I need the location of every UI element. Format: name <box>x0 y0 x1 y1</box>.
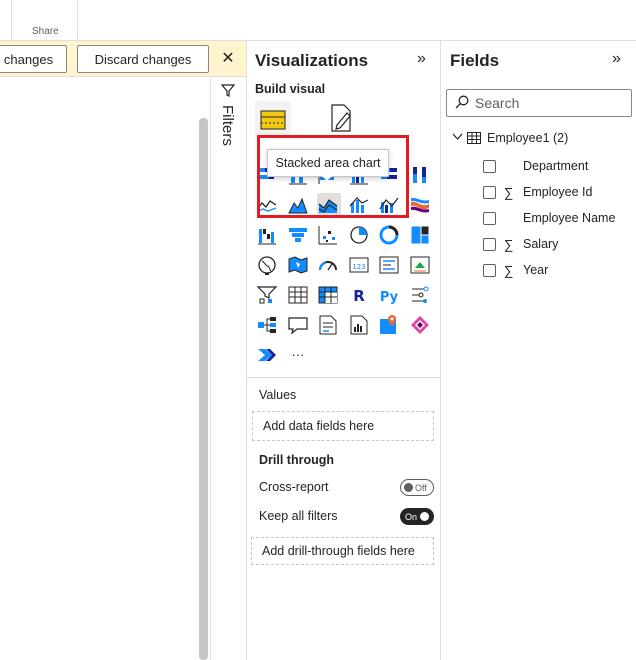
table-icon <box>467 132 481 144</box>
field-checkbox[interactable] <box>483 185 496 199</box>
keep-all-filters-label: Keep all filters <box>259 509 338 523</box>
gauge-icon[interactable] <box>317 254 339 276</box>
paginated-report-icon[interactable] <box>348 314 370 336</box>
ribbon-separator <box>77 0 78 40</box>
field-checkbox[interactable] <box>483 159 496 173</box>
field-label: Salary <box>523 237 559 251</box>
svg-text:123: 123 <box>352 263 365 271</box>
toggle-state: On <box>405 511 418 522</box>
field-item[interactable]: Department <box>483 156 588 176</box>
report-canvas[interactable] <box>0 78 210 660</box>
filter-icon[interactable] <box>220 83 236 100</box>
fields-search[interactable] <box>446 89 632 117</box>
cross-report-label: Cross-report <box>259 480 329 494</box>
waterfall-chart-icon[interactable] <box>256 224 278 246</box>
power-automate-icon[interactable] <box>256 344 278 366</box>
matrix-icon[interactable] <box>317 284 339 306</box>
field-item[interactable]: ∑ Employee Id <box>483 182 592 202</box>
sigma-icon: ∑ <box>504 184 514 200</box>
fields-title: Fields <box>450 51 500 70</box>
filled-map-icon[interactable] <box>287 254 309 276</box>
canvas-scrollbar[interactable] <box>199 118 208 660</box>
build-visual-icon[interactable] <box>260 109 286 131</box>
field-label: Employee Id <box>523 185 593 199</box>
pie-chart-icon[interactable] <box>348 224 370 246</box>
format-visual-icon[interactable] <box>329 103 355 133</box>
field-checkbox[interactable] <box>483 237 496 251</box>
filters-pane-collapsed[interactable] <box>210 78 246 660</box>
toggle-knob <box>404 483 413 492</box>
field-label: Year <box>523 263 549 277</box>
toggle-state: Off <box>415 482 427 493</box>
visual-tooltip: Stacked area chart <box>267 149 389 177</box>
field-checkbox[interactable] <box>483 263 496 277</box>
sigma-icon: ∑ <box>504 236 514 252</box>
table-name: Employee1 (2) <box>487 131 569 145</box>
keep-changes-button[interactable]: changes <box>0 45 67 73</box>
power-apps-icon[interactable] <box>409 314 431 336</box>
field-label: Employee Name <box>523 211 616 225</box>
visualizations-title: Visualizations <box>255 51 369 70</box>
field-item[interactable]: ∑ Salary <box>483 234 558 254</box>
notification-bar: changes Discard changes <box>0 41 246 77</box>
field-label: Department <box>523 159 589 173</box>
r-script-visual-icon[interactable]: R <box>348 284 370 306</box>
sigma-icon: ∑ <box>504 262 514 278</box>
toggle-knob <box>420 512 430 521</box>
collapse-fields-icon[interactable]: » <box>612 50 621 68</box>
keep-all-filters-toggle[interactable]: On <box>400 508 434 525</box>
100-stacked-column-chart-icon[interactable] <box>409 164 431 186</box>
search-icon <box>455 95 469 112</box>
discard-changes-button[interactable]: Discard changes <box>77 45 209 73</box>
build-visual-label: Build visual <box>255 82 326 96</box>
collapse-visualizations-icon[interactable]: » <box>417 50 426 68</box>
funnel-chart-icon[interactable] <box>287 224 309 246</box>
table-visual-icon[interactable] <box>287 284 309 306</box>
ribbon <box>0 0 636 41</box>
more-visuals-icon[interactable]: ··· <box>287 344 309 366</box>
qa-icon[interactable] <box>287 314 309 336</box>
ribbon-group-share: Share <box>32 26 59 37</box>
values-drop-zone[interactable]: Add data fields here <box>252 411 434 441</box>
close-icon[interactable]: ✕ <box>218 49 238 69</box>
kpi-icon[interactable] <box>409 254 431 276</box>
azure-maps-icon[interactable] <box>378 314 400 336</box>
decomposition-tree-icon[interactable] <box>256 314 278 336</box>
key-influencers-icon[interactable] <box>409 284 431 306</box>
values-label: Values <box>259 388 297 402</box>
tooltip-arrow <box>322 176 332 181</box>
chevron-down-icon[interactable] <box>452 132 463 144</box>
python-visual-icon[interactable]: Py <box>378 284 400 306</box>
card-icon[interactable]: 123 <box>348 254 370 276</box>
drill-through-label: Drill through <box>259 453 334 467</box>
drill-through-drop-zone[interactable]: Add drill-through fields here <box>251 537 434 565</box>
smart-narrative-icon[interactable] <box>317 314 339 336</box>
field-checkbox[interactable] <box>483 211 496 225</box>
filters-label[interactable]: Filters <box>219 105 236 146</box>
scatter-chart-icon[interactable] <box>317 224 339 246</box>
ribbon-chart-icon[interactable] <box>409 194 431 216</box>
field-item[interactable]: ∑ Year <box>483 260 548 280</box>
svg-text:R: R <box>353 287 365 305</box>
table-employee1[interactable]: Employee1 (2) <box>452 131 568 145</box>
donut-chart-icon[interactable] <box>378 224 400 246</box>
divider <box>247 377 440 378</box>
svg-text:Py: Py <box>380 290 399 305</box>
map-icon[interactable] <box>256 254 278 276</box>
search-input[interactable] <box>475 95 615 111</box>
multi-row-card-icon[interactable] <box>378 254 400 276</box>
ribbon-separator <box>11 0 12 40</box>
field-item[interactable]: Employee Name <box>483 208 615 228</box>
cross-report-toggle[interactable]: Off <box>400 479 434 496</box>
treemap-icon[interactable] <box>409 224 431 246</box>
slicer-icon[interactable] <box>256 284 278 306</box>
